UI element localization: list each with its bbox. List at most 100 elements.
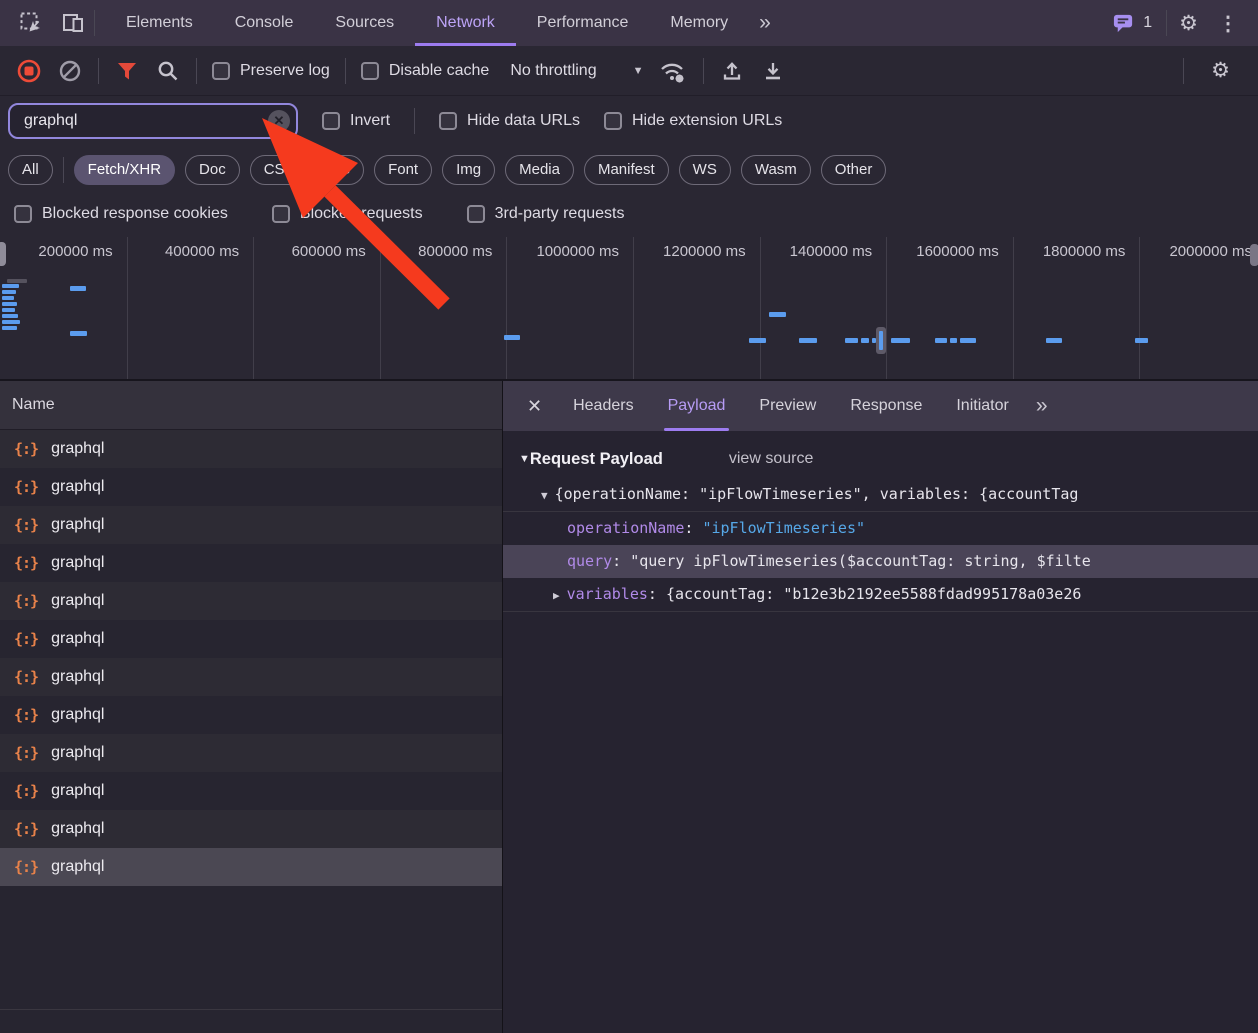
detail-tab-initiator[interactable]: Initiator xyxy=(939,381,1025,431)
filter-chip-other[interactable]: Other xyxy=(821,155,887,185)
detail-tab-preview[interactable]: Preview xyxy=(742,381,833,431)
filter-chip-all[interactable]: All xyxy=(8,155,53,185)
section-expand-icon[interactable]: ▼ xyxy=(519,453,530,465)
filter-input-wrapper[interactable]: ✕ xyxy=(8,103,298,139)
close-icon[interactable]: ✕ xyxy=(513,396,556,417)
request-row[interactable]: {:}graphql xyxy=(0,810,502,848)
network-conditions-button[interactable] xyxy=(658,58,688,84)
request-row[interactable]: {:}graphql xyxy=(0,506,502,544)
waterfall-bar xyxy=(960,338,976,343)
tab-memory[interactable]: Memory xyxy=(649,0,749,46)
tree-collapsed-icon[interactable]: ▶ xyxy=(553,579,560,612)
filter-chip-wasm[interactable]: Wasm xyxy=(741,155,811,185)
more-detail-tabs-icon[interactable]: » xyxy=(1026,394,1057,418)
blocked-response-cookies-option[interactable]: Blocked response cookies xyxy=(14,205,228,223)
import-har-button[interactable] xyxy=(719,58,745,84)
third-party-requests-checkbox[interactable] xyxy=(467,205,485,223)
disable-cache-option[interactable]: Disable cache xyxy=(361,62,490,80)
payload-value: "query ipFlowTimeseries($accountTag: str… xyxy=(630,552,1091,570)
issues-counter[interactable]: 1 xyxy=(1112,12,1152,35)
devtools-tab-bar: ElementsConsoleSourcesNetworkPerformance… xyxy=(0,0,1258,46)
hide-data-urls-checkbox[interactable] xyxy=(439,112,457,130)
divider xyxy=(196,58,197,84)
filter-chip-manifest[interactable]: Manifest xyxy=(584,155,669,185)
request-row[interactable]: {:}graphql xyxy=(0,468,502,506)
timeline-overview[interactable]: 200000 ms400000 ms600000 ms800000 ms1000… xyxy=(0,235,1258,381)
clear-filter-icon[interactable]: ✕ xyxy=(268,110,290,132)
tab-elements[interactable]: Elements xyxy=(105,0,214,46)
disable-cache-checkbox[interactable] xyxy=(361,62,379,80)
request-row[interactable]: {:}graphql xyxy=(0,772,502,810)
more-tabs-icon[interactable]: » xyxy=(749,11,780,35)
divider xyxy=(63,157,64,183)
request-row[interactable]: {:}graphql xyxy=(0,658,502,696)
request-row[interactable]: {:}graphql xyxy=(0,544,502,582)
payload-preview-row[interactable]: ▼{operationName: "ipFlowTimeseries", var… xyxy=(503,477,1258,511)
request-name: graphql xyxy=(51,516,104,534)
invert-option[interactable]: Invert xyxy=(322,112,390,130)
filter-chip-doc[interactable]: Doc xyxy=(185,155,240,185)
filter-chip-js[interactable]: JS xyxy=(319,155,365,185)
hide-extension-urls-checkbox[interactable] xyxy=(604,112,622,130)
preserve-log-option[interactable]: Preserve log xyxy=(212,62,330,80)
json-icon: {:} xyxy=(14,668,38,686)
filter-chip-font[interactable]: Font xyxy=(374,155,432,185)
filter-chip-media[interactable]: Media xyxy=(505,155,574,185)
preserve-log-checkbox[interactable] xyxy=(212,62,230,80)
detail-tab-payload[interactable]: Payload xyxy=(651,381,743,431)
hide-extension-urls-option[interactable]: Hide extension URLs xyxy=(604,112,782,130)
waterfall-bar xyxy=(861,338,869,343)
settings-gear-icon[interactable]: ⚙ xyxy=(1167,11,1210,36)
tab-sources[interactable]: Sources xyxy=(314,0,415,46)
overview-grip[interactable] xyxy=(0,242,6,266)
request-row[interactable]: {:}graphql xyxy=(0,696,502,734)
waterfall-bar xyxy=(2,284,19,288)
filter-input[interactable] xyxy=(22,111,268,131)
blocked-response-cookies-checkbox[interactable] xyxy=(14,205,32,223)
filter-chip-img[interactable]: Img xyxy=(442,155,495,185)
filter-chip-fetchxhr[interactable]: Fetch/XHR xyxy=(74,155,175,185)
detail-tab-headers[interactable]: Headers xyxy=(556,381,650,431)
device-toolbar-button[interactable] xyxy=(52,0,94,46)
export-har-button[interactable] xyxy=(760,58,786,84)
waterfall-bar xyxy=(2,314,18,318)
payload-value: {accountTag: "b12e3b2192ee5588fdad995178… xyxy=(666,585,1081,603)
request-row[interactable]: {:}graphql xyxy=(0,582,502,620)
search-button[interactable] xyxy=(155,58,181,84)
network-settings-gear-icon[interactable]: ⚙ xyxy=(1199,58,1242,83)
blocked-requests-checkbox[interactable] xyxy=(272,205,290,223)
tab-network[interactable]: Network xyxy=(415,0,516,46)
record-button[interactable] xyxy=(16,58,42,84)
divider xyxy=(0,1009,502,1010)
inspect-element-button[interactable] xyxy=(10,0,52,46)
blocked-requests-option[interactable]: Blocked requests xyxy=(272,205,423,223)
kebab-menu-icon[interactable]: ⋮ xyxy=(1210,11,1246,36)
clear-button[interactable] xyxy=(57,58,83,84)
throttling-dropdown[interactable]: No throttling ▼ xyxy=(510,62,643,80)
invert-checkbox[interactable] xyxy=(322,112,340,130)
json-icon: {:} xyxy=(14,858,38,876)
tab-performance[interactable]: Performance xyxy=(516,0,650,46)
request-list: {:}graphql{:}graphql{:}graphql{:}graphql… xyxy=(0,430,502,886)
overview-grip[interactable] xyxy=(1250,244,1258,266)
detail-tab-response[interactable]: Response xyxy=(833,381,939,431)
third-party-requests-option[interactable]: 3rd-party requests xyxy=(467,205,625,223)
request-row[interactable]: {:}graphql xyxy=(0,848,502,886)
payload-row-query[interactable]: query: "query ipFlowTimeseries($accountT… xyxy=(503,545,1258,578)
request-row[interactable]: {:}graphql xyxy=(0,734,502,772)
filter-chip-ws[interactable]: WS xyxy=(679,155,731,185)
request-row[interactable]: {:}graphql xyxy=(0,430,502,468)
filter-funnel-icon xyxy=(115,59,139,83)
filter-button[interactable] xyxy=(114,58,140,84)
name-column-header[interactable]: Name xyxy=(0,381,502,430)
request-payload-section[interactable]: ▼ Request Payload view source xyxy=(503,441,1258,477)
clear-icon xyxy=(58,59,82,83)
payload-row-variables[interactable]: ▶variables: {accountTag: "b12e3b2192ee55… xyxy=(503,578,1258,612)
request-row[interactable]: {:}graphql xyxy=(0,620,502,658)
tree-expanded-icon[interactable]: ▼ xyxy=(541,479,548,511)
payload-row-operationname[interactable]: operationName: "ipFlowTimeseries" xyxy=(503,511,1258,545)
tab-console[interactable]: Console xyxy=(214,0,315,46)
hide-data-urls-option[interactable]: Hide data URLs xyxy=(439,112,580,130)
view-source-link[interactable]: view source xyxy=(729,450,813,468)
filter-chip-css[interactable]: CSS xyxy=(250,155,309,185)
